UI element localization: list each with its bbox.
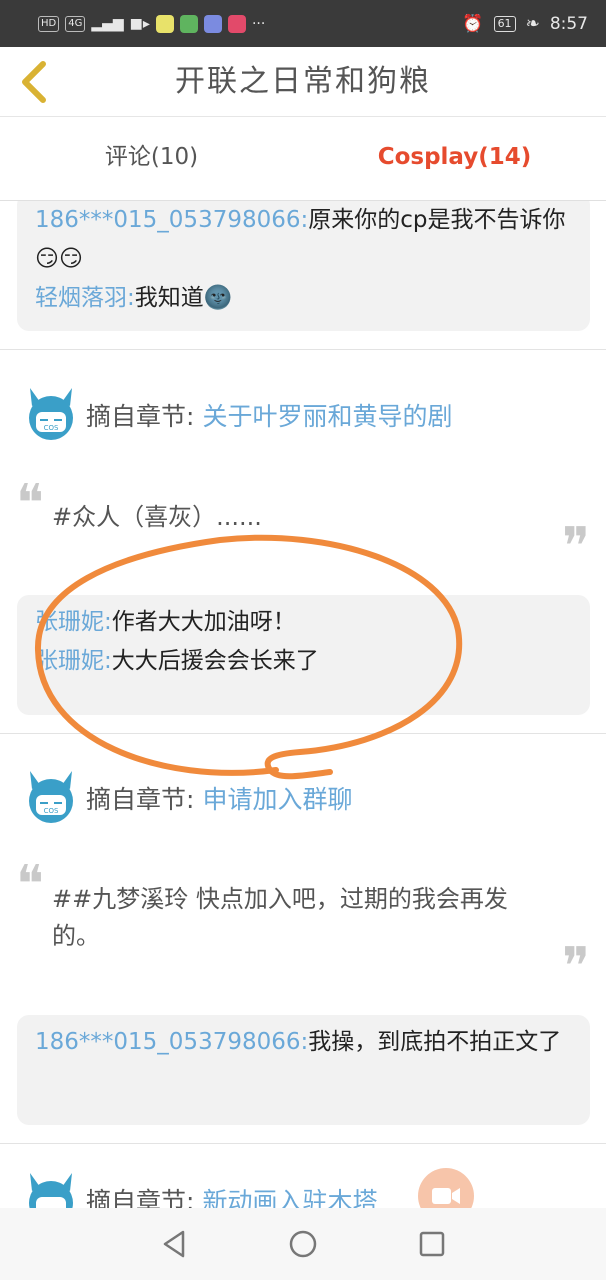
home-circle-icon (289, 1230, 317, 1258)
reply-text: 作者大大加油呀！ (111, 609, 296, 635)
leaf-icon: ❧ (525, 13, 540, 34)
system-nav-bar (0, 1208, 606, 1280)
divider (0, 1143, 606, 1144)
chapter-link[interactable]: 申请加入群聊 (202, 780, 352, 816)
chapter-prefix: 摘自章节: (86, 785, 195, 814)
chapter-prefix: 摘自章节: (86, 402, 195, 431)
cat-avatar-icon: COS (29, 771, 73, 823)
reply-text: 大大后援会会长来了 (111, 648, 319, 674)
reply-box: 186***015_053798066:原来你的cp是我不告诉你😏😏 轻烟落羽:… (17, 201, 590, 331)
close-quote-icon: ❞ (562, 517, 590, 577)
reply-username[interactable]: 186***015_053798066: (35, 1029, 308, 1055)
reply: 186***015_053798066:原来你的cp是我不告诉你😏😏 (35, 201, 572, 279)
reply: 张珊妮:作者大大加油呀！ (35, 603, 572, 642)
open-quote-icon: ❝ (16, 855, 44, 915)
status-right: ⏰ 61 ❧ 8:57 (462, 14, 588, 34)
app-header: 开联之日常和狗粮 (0, 47, 606, 117)
excerpt-text: #众人（喜灰）...... (52, 503, 262, 531)
signal-icon: ▂▄▆ (91, 15, 124, 32)
chapter-row[interactable]: COS 摘自章节: 关于叶罗丽和黄导的剧 (26, 382, 452, 448)
clock: 8:57 (549, 13, 588, 34)
cat-avatar-icon (29, 1173, 73, 1208)
video-icon: ■▸ (129, 15, 150, 32)
chapter-link[interactable]: 新动画入驻木塔 (202, 1182, 377, 1208)
recents-square-icon (419, 1231, 444, 1257)
video-camera-icon (432, 1188, 460, 1204)
chapter-prefix: 摘自章节: (86, 1187, 195, 1208)
excerpt-text: ##九梦溪玲 快点加入吧，过期的我会再发的。 (52, 885, 508, 950)
reply-box: 张珊妮:作者大大加油呀！ 张珊妮:大大后援会会长来了 (17, 595, 590, 715)
chevron-left-icon (22, 61, 46, 103)
reply-username[interactable]: 张珊妮: (35, 609, 112, 635)
more-notifications: ··· (251, 15, 266, 32)
app-notification-icon (155, 14, 174, 33)
chapter-row[interactable]: COS 摘自章节: 申请加入群聊 (26, 765, 352, 831)
network-indicator: 4G (65, 15, 86, 32)
page-title: 开联之日常和狗粮 (175, 64, 431, 99)
app-notification-icon (179, 14, 198, 33)
nav-recents-button[interactable] (412, 1224, 452, 1264)
app-notification-icon (203, 14, 222, 33)
divider (0, 349, 606, 350)
alarm-icon: ⏰ (462, 13, 484, 34)
cat-avatar-icon: COS (29, 388, 73, 440)
close-quote-icon: ❞ (562, 937, 590, 997)
status-bar: HD 4G ▂▄▆ ■▸ ··· ⏰ 61 ❧ 8:57 (0, 0, 606, 47)
divider (0, 733, 606, 734)
reply-username[interactable]: 186***015_053798066: (35, 207, 308, 233)
tab-comments[interactable]: 评论(10) (0, 117, 303, 200)
chapter-link[interactable]: 关于叶罗丽和黄导的剧 (202, 397, 452, 433)
reply-box: 186***015_053798066:我操，到底拍不拍正文了 (17, 1015, 590, 1125)
reply-text: 我操，到底拍不拍正文了 (308, 1029, 562, 1055)
reply-text: 我知道🌚 (134, 285, 233, 311)
back-button[interactable] (14, 59, 54, 105)
reply-username[interactable]: 张珊妮: (35, 648, 112, 674)
reply-username[interactable]: 轻烟落羽: (35, 285, 135, 311)
nav-home-button[interactable] (283, 1224, 323, 1264)
feed[interactable]: 186***015_053798066:原来你的cp是我不告诉你😏😏 轻烟落羽:… (0, 201, 606, 1208)
svg-text:COS: COS (44, 424, 59, 432)
svg-text:COS: COS (44, 807, 59, 815)
battery-indicator: 61 (493, 15, 516, 32)
tab-bar: 评论(10) Cosplay(14) (0, 117, 606, 201)
reply: 张珊妮:大大后援会会长来了 (35, 642, 572, 681)
reply: 186***015_053798066:我操，到底拍不拍正文了 (35, 1023, 572, 1062)
status-left: HD 4G ▂▄▆ ■▸ ··· (38, 14, 266, 33)
nav-back-button[interactable] (154, 1224, 194, 1264)
tiktok-icon (227, 14, 246, 33)
back-triangle-icon (164, 1230, 185, 1258)
open-quote-icon: ❝ (16, 474, 44, 534)
hd-indicator: HD (38, 15, 60, 32)
reply: 轻烟落羽:我知道🌚 (35, 279, 572, 318)
tab-cosplay[interactable]: Cosplay(14) (303, 117, 606, 200)
chapter-row[interactable]: 摘自章节: 新动画入驻木塔 (26, 1167, 377, 1208)
